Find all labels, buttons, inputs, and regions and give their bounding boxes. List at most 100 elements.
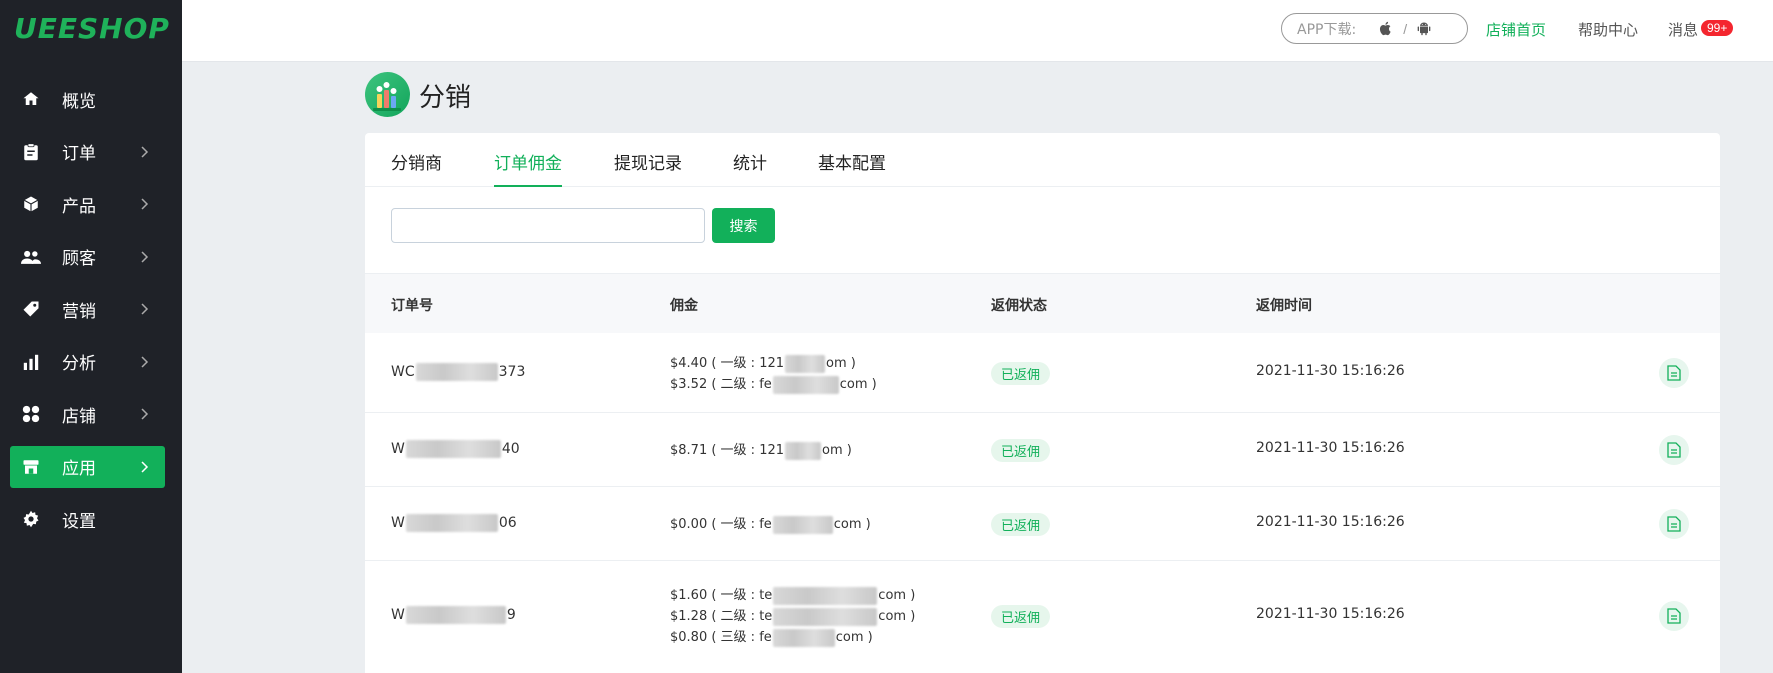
column-header-order-no: 订单号 (391, 298, 433, 314)
order-number: W9 (391, 606, 516, 624)
sidebar-item-label: 设置 (62, 511, 96, 532)
search-input[interactable] (391, 208, 705, 243)
box-icon (20, 193, 42, 215)
gear-icon (20, 508, 42, 530)
sidebar-item-marketing[interactable]: 营销 (10, 288, 165, 330)
commission-line: $0.80 ( 三级 : fe com ) (670, 628, 873, 647)
commission-line: $1.28 ( 二级 : te com ) (670, 607, 916, 626)
document-icon (1667, 365, 1681, 381)
rebate-time: 2021-11-30 15:16:26 (1256, 440, 1405, 456)
commission-line: $4.40 ( 一级 : 121 om ) (670, 354, 856, 373)
status-badge: 已返佣 (991, 362, 1051, 385)
sidebar-item-store[interactable]: 店铺 (10, 393, 165, 435)
table-row: W 40 $8.71 ( 一级 : 121 om ) 已返佣 2021-11-30 … (365, 413, 1720, 487)
tab-basic-config[interactable]: 基本配置 (818, 149, 886, 187)
tag-icon (20, 298, 42, 320)
sidebar-item-settings[interactable]: 设置 (10, 498, 165, 540)
search-button[interactable]: 搜索 (712, 208, 775, 243)
detail-button[interactable] (1659, 509, 1689, 539)
table-row: WC 373 $4.40 ( 一级 : 121 om ) $3.52 ( 二级 : … (365, 333, 1720, 413)
redacted-mask (772, 375, 839, 394)
commission-line: $8.71 ( 一级 : 121 om ) (670, 441, 852, 460)
brand-logo[interactable]: UEESHOP (14, 12, 170, 45)
sidebar-nav: 概览 订单 产品 顾客 营销 分析 店铺 应用 设置 (10, 78, 165, 551)
rebate-time: 2021-11-30 15:16:26 (1256, 606, 1405, 622)
sidebar-item-label: 顾客 (62, 249, 96, 269)
commission-list: $4.40 ( 一级 : 121 om ) $3.52 ( 二级 : fe com … (670, 353, 877, 395)
column-header-time: 返佣时间 (1256, 298, 1312, 314)
sidebar-item-label: 店铺 (62, 406, 96, 427)
content-card: 分销商 订单佣金 提现记录 统计 基本配置 搜索 订单号 佣金 返佣状态 返佣时… (365, 133, 1720, 673)
table-row: W 06 $0.00 ( 一级 : fe com ) 已返佣 2021-11-30 … (365, 487, 1720, 561)
help-center-link[interactable]: 帮助中心 (1578, 19, 1638, 40)
android-icon[interactable] (1416, 20, 1432, 37)
status-badge: 已返佣 (991, 513, 1051, 536)
order-number: W 06 (391, 514, 517, 532)
redacted-mask (773, 607, 878, 626)
column-header-status: 返佣状态 (991, 298, 1047, 314)
sidebar-item-apps[interactable]: 应用 (10, 445, 165, 488)
chevron-right-icon (141, 198, 149, 210)
commission-line: $3.52 ( 二级 : fe com ) (670, 375, 877, 394)
grid-icon (20, 403, 42, 425)
messages-badge: 99+ (1701, 20, 1734, 36)
chevron-right-icon (141, 460, 149, 473)
commission-list: $1.60 ( 一级 : te com ) $1.28 ( 二级 : te com … (670, 585, 915, 648)
detail-button[interactable] (1659, 358, 1689, 388)
document-icon (1667, 442, 1681, 458)
tab-bar: 分销商 订单佣金 提现记录 统计 基本配置 (365, 133, 1720, 187)
redacted-mask (405, 606, 506, 624)
rebate-time: 2021-11-30 15:16:26 (1256, 363, 1405, 379)
redacted-mask (772, 628, 835, 647)
sidebar-item-analytics[interactable]: 分析 (10, 341, 165, 383)
table-row: W9 $1.60 ( 一级 : te com ) $1.28 ( 二级 : te c… (365, 561, 1720, 673)
commission-line: $0.00 ( 一级 : fe com ) (670, 515, 871, 534)
sidebar-item-products[interactable]: 产品 (10, 183, 165, 225)
sidebar-item-label: 订单 (62, 144, 96, 164)
redacted-mask (405, 440, 501, 458)
sidebar-item-label: 分析 (62, 354, 96, 374)
document-icon (1667, 516, 1681, 532)
sidebar-item-label: 应用 (62, 459, 96, 479)
table-header: 订单号 佣金 返佣状态 返佣时间 (365, 273, 1720, 333)
redacted-mask (785, 441, 822, 460)
top-bar: APP下载: / 店铺首页 帮助中心 消息 99+ (182, 0, 1773, 62)
redacted-mask (415, 363, 498, 381)
clipboard-icon (20, 141, 42, 163)
commission-line: $1.60 ( 一级 : te com ) (670, 586, 916, 605)
store-icon (20, 456, 42, 478)
sidebar-item-label: 产品 (62, 196, 96, 217)
redacted-mask (405, 514, 498, 532)
status-badge: 已返佣 (991, 605, 1051, 628)
home-icon (20, 88, 42, 110)
app-download: APP下载: / (1281, 13, 1468, 44)
sidebar-item-orders[interactable]: 订单 (10, 131, 165, 173)
redacted-mask (772, 515, 833, 534)
app-download-separator: / (1403, 20, 1408, 37)
chevron-right-icon (141, 303, 149, 315)
sidebar-item-customers[interactable]: 顾客 (10, 236, 165, 278)
messages-link[interactable]: 消息 (1668, 19, 1698, 40)
bar-chart-icon (20, 351, 42, 373)
chevron-right-icon (141, 355, 149, 368)
detail-button[interactable] (1659, 601, 1689, 631)
tab-statistics[interactable]: 统计 (733, 149, 767, 187)
status-badge: 已返佣 (991, 439, 1051, 462)
store-home-link[interactable]: 店铺首页 (1486, 19, 1546, 40)
redacted-mask (785, 354, 826, 373)
order-number: W 40 (391, 440, 520, 458)
chevron-right-icon (141, 145, 149, 158)
sidebar-item-label: 概览 (62, 91, 96, 112)
tab-distributors[interactable]: 分销商 (391, 149, 442, 187)
chevron-right-icon (141, 408, 149, 420)
apple-icon[interactable] (1378, 20, 1394, 37)
page-title: 分销 (419, 83, 472, 113)
tab-withdrawal-records[interactable]: 提现记录 (614, 149, 682, 187)
redacted-mask (773, 586, 878, 605)
document-icon (1667, 608, 1681, 624)
detail-button[interactable] (1659, 435, 1689, 465)
distribution-app-icon (365, 72, 410, 117)
tab-order-commission[interactable]: 订单佣金 (494, 149, 562, 187)
order-number: WC 373 (391, 363, 526, 381)
sidebar-item-overview[interactable]: 概览 (10, 78, 165, 120)
